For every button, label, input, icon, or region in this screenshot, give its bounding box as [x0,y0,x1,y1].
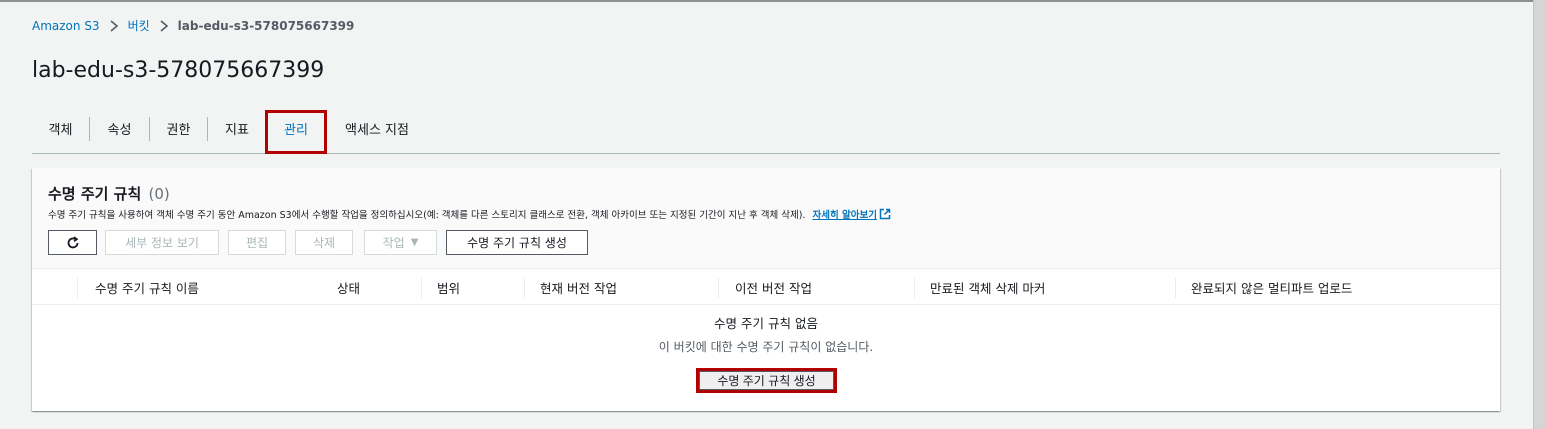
column-header-incomplete-multipart-uploads[interactable]: 완료되지 않은 멀티파트 업로드 [1191,269,1352,305]
tab-bar: 객체 속성 권한 지표 관리 액세스 지점 [32,110,1500,154]
panel-header: 수명 주기 규칙 (0) 수명 주기 규칙을 사용하여 객체 수명 주기 동안 … [32,168,1500,268]
scrollbar[interactable] [1533,0,1546,429]
caret-down-icon: ▼ [410,237,419,248]
column-header-rule-name[interactable]: 수명 주기 규칙 이름 [95,269,199,305]
panel-description-text: 수명 주기 규칙을 사용하여 객체 수명 주기 동안 Amazon S3에서 수… [48,210,806,221]
column-divider [524,278,525,298]
breadcrumb-link-buckets[interactable]: 버킷 [128,17,150,34]
breadcrumb-link-amazon-s3[interactable]: Amazon S3 [32,19,100,33]
refresh-icon [67,235,78,248]
panel-title-text: 수명 주기 규칙 [48,185,142,203]
tab-permissions[interactable]: 권한 [150,113,207,143]
rule-count: (0) [148,185,170,203]
column-header-current-version-actions[interactable]: 현재 버전 작업 [540,269,617,305]
breadcrumb-current: lab-edu-s3-578075667399 [177,18,355,33]
lifecycle-rules-panel: 수명 주기 규칙 (0) 수명 주기 규칙을 사용하여 객체 수명 주기 동안 … [32,168,1500,411]
tab-objects[interactable]: 객체 [32,113,89,143]
breadcrumb: Amazon S3 버킷 lab-edu-s3-578075667399 [32,17,354,34]
column-divider [421,278,422,298]
empty-state-description: 이 버킷에 대한 수명 주기 규칙이 없습니다. [658,340,874,354]
delete-button[interactable]: 삭제 [295,230,353,255]
actions-dropdown[interactable]: 작업 ▼ [364,230,437,255]
column-header-scope[interactable]: 범위 [437,269,460,305]
column-divider [914,278,915,298]
chevron-right-icon [160,19,168,32]
learn-more-label: 자세히 알아보기 [812,210,877,221]
panel-title: 수명 주기 규칙 (0) [48,183,170,204]
create-lifecycle-rule-button[interactable]: 수명 주기 규칙 생성 [446,230,588,255]
refresh-button[interactable] [48,230,97,255]
tab-highlight-box [265,110,327,154]
view-details-button[interactable]: 세부 정보 보기 [105,230,219,255]
table-header: 수명 주기 규칙 이름 상태 범위 현재 버전 작업 이전 버전 작업 만료된 … [32,268,1500,305]
column-divider [77,278,78,298]
top-border [0,0,1533,2]
tab-metrics[interactable]: 지표 [208,113,266,143]
column-divider [718,278,719,298]
chevron-right-icon [110,19,118,32]
column-header-previous-version-actions[interactable]: 이전 버전 작업 [735,269,812,305]
column-header-status[interactable]: 상태 [337,269,360,305]
external-link-icon [879,208,891,220]
page-title: lab-edu-s3-578075667399 [32,58,325,83]
column-divider [1175,278,1176,298]
actions-dropdown-label: 작업 [382,236,405,250]
empty-state-title: 수명 주기 규칙 없음 [714,316,818,331]
tab-access-points[interactable]: 액세스 지점 [332,113,422,143]
column-header-expired-delete-markers[interactable]: 만료된 객체 삭제 마커 [930,269,1045,305]
empty-state-create-rule-button[interactable]: 수명 주기 규칙 생성 [699,371,834,390]
learn-more-link[interactable]: 자세히 알아보기 [812,208,891,221]
panel-description: 수명 주기 규칙을 사용하여 객체 수명 주기 동안 Amazon S3에서 수… [48,207,891,221]
empty-state-highlight-box: 수명 주기 규칙 생성 [696,368,837,393]
tab-properties[interactable]: 속성 [90,113,149,143]
edit-button[interactable]: 편집 [228,230,286,255]
